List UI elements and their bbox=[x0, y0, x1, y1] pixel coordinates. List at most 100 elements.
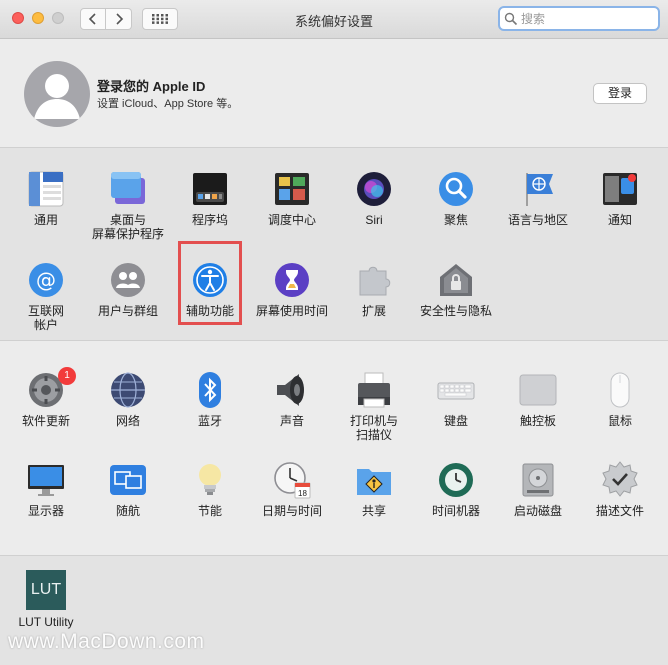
pane-keyboard[interactable]: 键盘 bbox=[415, 371, 497, 428]
pane-label: 键盘 bbox=[443, 414, 468, 428]
energy-saver-icon bbox=[191, 461, 229, 499]
search-input[interactable]: 搜索 bbox=[498, 6, 660, 31]
pane-displays[interactable]: 显示器 bbox=[5, 461, 87, 518]
pane-extensions[interactable]: 扩展 bbox=[333, 261, 415, 318]
pane-dock[interactable]: 程序坞 bbox=[169, 170, 251, 227]
notifications-icon bbox=[601, 170, 639, 208]
pane-bluetooth[interactable]: 蓝牙 bbox=[169, 371, 251, 428]
user-silhouette-icon bbox=[34, 74, 80, 119]
pane-label: 显示器 bbox=[27, 504, 64, 518]
pane-label: 调度中心 bbox=[267, 213, 316, 227]
sidecar-icon bbox=[109, 461, 147, 499]
pane-energy-saver[interactable]: 节能 bbox=[169, 461, 251, 518]
pane-spotlight[interactable]: 聚焦 bbox=[415, 170, 497, 227]
pane-label: 鼠标 bbox=[607, 414, 632, 428]
pane-label: 扩展 bbox=[361, 304, 386, 318]
mission-control-icon bbox=[273, 170, 311, 208]
highlight-frame bbox=[178, 241, 242, 325]
screen-time-icon bbox=[273, 261, 311, 299]
svg-text:@: @ bbox=[36, 268, 56, 292]
pane-label: 通用 bbox=[33, 213, 58, 227]
dock-icon bbox=[191, 170, 229, 208]
pane-label: 节能 bbox=[197, 504, 222, 518]
sharing-icon bbox=[355, 461, 393, 499]
apple-id-title: 登录您的 Apple ID bbox=[97, 79, 206, 94]
title-bar: 系统偏好设置 搜索 bbox=[0, 0, 668, 39]
pane-label: 程序坞 bbox=[191, 213, 228, 227]
pane-label: 网络 bbox=[115, 414, 140, 428]
pane-label: 日期与时间 bbox=[261, 504, 322, 518]
system-preferences-window: 系统偏好设置 搜索 登录您的 Apple ID 设置 iCloud、App St… bbox=[0, 0, 668, 665]
pane-siri[interactable]: Siri bbox=[333, 170, 415, 227]
bluetooth-icon bbox=[191, 371, 229, 409]
watermark: www.MacDown.com bbox=[8, 630, 205, 653]
extensions-icon bbox=[355, 261, 393, 299]
pane-internet-accounts[interactable]: @ 互联网 帐户 bbox=[5, 261, 87, 332]
pane-date-time[interactable]: 18 日期与时间 bbox=[251, 461, 333, 518]
pane-time-machine[interactable]: 时间机器 bbox=[415, 461, 497, 518]
keyboard-icon bbox=[437, 371, 475, 409]
preferences-section-personal: 通用 桌面与 屏幕保护程序 程序坞 调度中心 Siri 聚焦 语言与地区 通知 … bbox=[0, 147, 668, 340]
date-time-icon: 18 bbox=[273, 461, 311, 499]
pane-label: 启动磁盘 bbox=[513, 504, 562, 518]
avatar[interactable] bbox=[24, 61, 90, 127]
pane-label: 聚焦 bbox=[443, 213, 468, 227]
printers-scanners-icon bbox=[355, 371, 393, 409]
pane-label: 用户与群组 bbox=[97, 304, 158, 318]
general-icon bbox=[27, 170, 65, 208]
startup-disk-icon bbox=[519, 461, 557, 499]
pane-mission-control[interactable]: 调度中心 bbox=[251, 170, 333, 227]
pane-sharing[interactable]: 共享 bbox=[333, 461, 415, 518]
lut-icon-text: LUT bbox=[26, 570, 66, 610]
pane-label: 触控板 bbox=[519, 414, 556, 428]
spotlight-icon bbox=[437, 170, 475, 208]
pane-sidecar[interactable]: 随航 bbox=[87, 461, 169, 518]
trackpad-icon bbox=[519, 371, 557, 409]
apple-id-subtitle: 设置 iCloud、App Store 等。 bbox=[97, 98, 239, 110]
pane-general[interactable]: 通用 bbox=[5, 170, 87, 227]
search-placeholder: 搜索 bbox=[521, 12, 546, 26]
mouse-icon bbox=[601, 371, 639, 409]
pane-trackpad[interactable]: 触控板 bbox=[497, 371, 579, 428]
pane-mouse[interactable]: 鼠标 bbox=[579, 371, 661, 428]
pane-label: LUT Utility bbox=[18, 615, 74, 629]
pane-lut-utility[interactable]: LUT LUT Utility bbox=[5, 570, 87, 629]
apple-id-section: 登录您的 Apple ID 设置 iCloud、App Store 等。 登录 bbox=[0, 39, 668, 147]
pane-language-region[interactable]: 语言与地区 bbox=[497, 170, 579, 227]
pane-profiles[interactable]: 描述文件 bbox=[579, 461, 661, 518]
pane-label: 屏幕使用时间 bbox=[255, 304, 328, 318]
pane-startup-disk[interactable]: 启动磁盘 bbox=[497, 461, 579, 518]
pane-label: 描述文件 bbox=[595, 504, 644, 518]
pane-users-groups[interactable]: 用户与群组 bbox=[87, 261, 169, 318]
pane-label: Siri bbox=[365, 213, 383, 227]
pane-screen-time[interactable]: 屏幕使用时间 bbox=[251, 261, 333, 318]
pane-label: 互联网 帐户 bbox=[27, 304, 64, 332]
time-machine-icon bbox=[437, 461, 475, 499]
pane-label: 蓝牙 bbox=[197, 414, 222, 428]
siri-icon bbox=[355, 170, 393, 208]
pane-security-privacy[interactable]: 安全性与隐私 bbox=[415, 261, 497, 318]
sound-icon bbox=[273, 371, 311, 409]
pane-sound[interactable]: 声音 bbox=[251, 371, 333, 428]
pane-printers-scanners[interactable]: 打印机与 扫描仪 bbox=[333, 371, 415, 442]
pane-label: 安全性与隐私 bbox=[419, 304, 492, 318]
lut-utility-icon: LUT bbox=[26, 570, 66, 610]
pane-label: 桌面与 屏幕保护程序 bbox=[91, 213, 164, 241]
pane-network[interactable]: 网络 bbox=[87, 371, 169, 428]
preferences-section-hardware: 软件更新 网络 蓝牙 声音 打印机与 扫描仪 键盘 触控板 鼠标 显示器 随航 … bbox=[0, 340, 668, 555]
pane-label: 随航 bbox=[115, 504, 140, 518]
calendar-day: 18 bbox=[298, 489, 307, 498]
login-button[interactable]: 登录 bbox=[593, 83, 647, 104]
internet-accounts-icon: @ bbox=[27, 261, 65, 299]
profiles-icon bbox=[601, 461, 639, 499]
desktop-icon bbox=[109, 170, 147, 208]
pane-label: 打印机与 扫描仪 bbox=[349, 414, 398, 442]
search-icon bbox=[504, 12, 518, 25]
update-badge: 1 bbox=[58, 367, 76, 385]
pane-label: 通知 bbox=[607, 213, 632, 227]
pane-notifications[interactable]: 通知 bbox=[579, 170, 661, 227]
pane-label: 时间机器 bbox=[431, 504, 480, 518]
pane-desktop-screensaver[interactable]: 桌面与 屏幕保护程序 bbox=[87, 170, 169, 241]
pane-label: 语言与地区 bbox=[507, 213, 568, 227]
displays-icon bbox=[27, 461, 65, 499]
